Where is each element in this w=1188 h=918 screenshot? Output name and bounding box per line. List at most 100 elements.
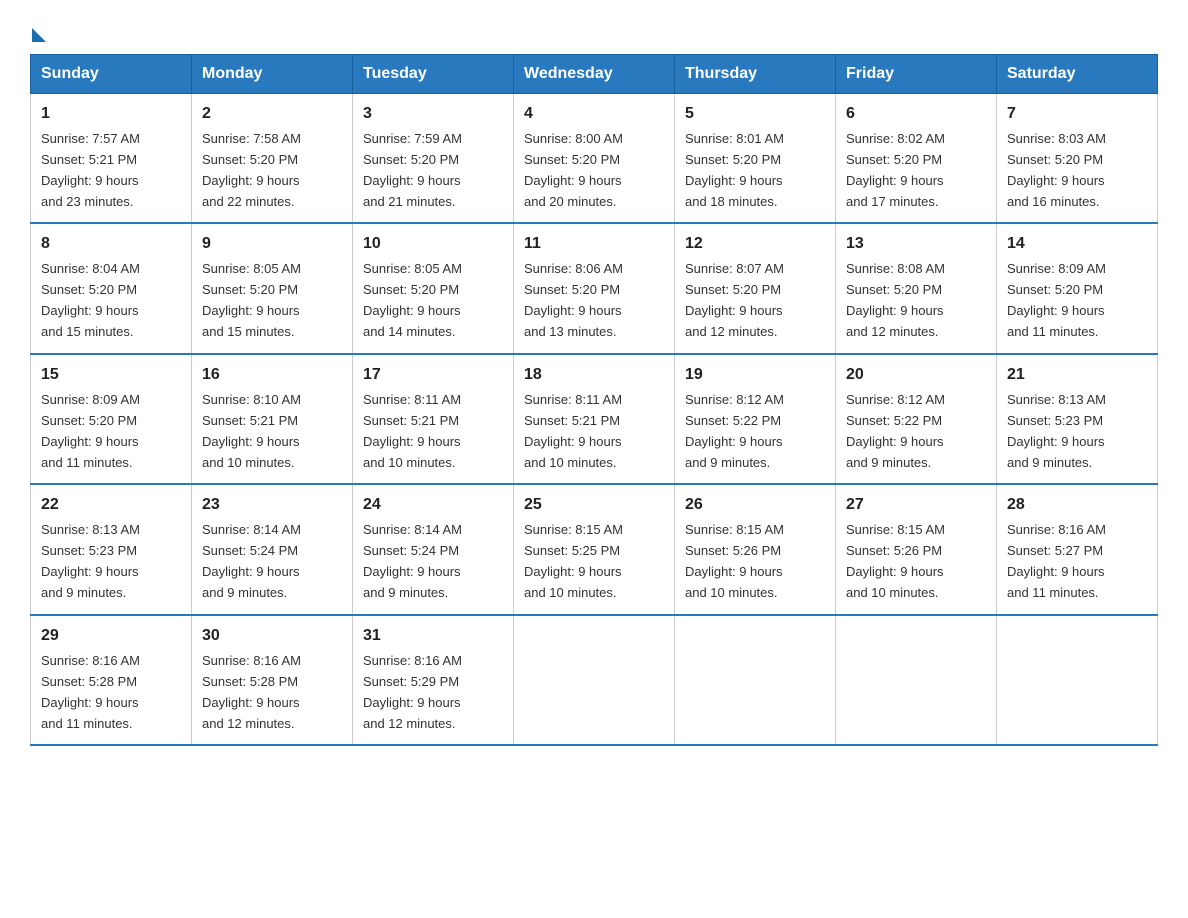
day-number: 14 [1007,232,1147,257]
table-row: 18Sunrise: 8:11 AMSunset: 5:21 PMDayligh… [514,354,675,484]
table-row: 31 Sunrise: 8:16 AMSunset: 5:29 PMDayligh… [353,615,514,745]
table-row: 4 Sunrise: 8:00 AMSunset: 5:20 PMDaylight… [514,94,675,224]
day-info: Sunrise: 8:03 AMSunset: 5:20 PMDaylight:… [1007,131,1106,209]
day-number: 19 [685,363,825,388]
col-thursday: Thursday [675,55,836,94]
day-info: Sunrise: 8:06 AMSunset: 5:20 PMDaylight:… [524,261,623,339]
day-number: 24 [363,493,503,518]
table-row: 25 Sunrise: 8:15 AMSunset: 5:25 PMDayligh… [514,484,675,614]
day-number: 7 [1007,102,1147,127]
table-row: 8 Sunrise: 8:04 AMSunset: 5:20 PMDaylight… [31,223,192,353]
day-number: 20 [846,363,986,388]
col-friday: Friday [836,55,997,94]
table-row: 28 Sunrise: 8:16 AMSunset: 5:27 PMDayligh… [997,484,1158,614]
day-number: 21 [1007,363,1147,388]
table-row: 12Sunrise: 8:07 AMSunset: 5:20 PMDayligh… [675,223,836,353]
calendar-week-row: 22 Sunrise: 8:13 AMSunset: 5:23 PMDayligh… [31,484,1158,614]
day-info: Sunrise: 7:58 AMSunset: 5:20 PMDaylight:… [202,131,301,209]
day-number: 25 [524,493,664,518]
table-row: 22 Sunrise: 8:13 AMSunset: 5:23 PMDayligh… [31,484,192,614]
col-wednesday: Wednesday [514,55,675,94]
table-row: 17 Sunrise: 8:11 AMSunset: 5:21 PMDayligh… [353,354,514,484]
table-row: 3Sunrise: 7:59 AMSunset: 5:20 PMDaylight… [353,94,514,224]
day-info: Sunrise: 8:16 AMSunset: 5:28 PMDaylight:… [202,653,301,731]
day-info: Sunrise: 8:15 AMSunset: 5:26 PMDaylight:… [685,522,784,600]
day-info: Sunrise: 8:12 AMSunset: 5:22 PMDaylight:… [685,392,784,470]
table-row: 5 Sunrise: 8:01 AMSunset: 5:20 PMDaylight… [675,94,836,224]
table-row: 27Sunrise: 8:15 AMSunset: 5:26 PMDayligh… [836,484,997,614]
table-row: 6 Sunrise: 8:02 AMSunset: 5:20 PMDaylight… [836,94,997,224]
day-number: 23 [202,493,342,518]
day-info: Sunrise: 8:14 AMSunset: 5:24 PMDaylight:… [363,522,462,600]
day-info: Sunrise: 8:13 AMSunset: 5:23 PMDaylight:… [41,522,140,600]
table-row: 1Sunrise: 7:57 AMSunset: 5:21 PMDaylight… [31,94,192,224]
table-row: 7 Sunrise: 8:03 AMSunset: 5:20 PMDaylight… [997,94,1158,224]
calendar-week-row: 1Sunrise: 7:57 AMSunset: 5:21 PMDaylight… [31,94,1158,224]
day-info: Sunrise: 8:12 AMSunset: 5:22 PMDaylight:… [846,392,945,470]
day-info: Sunrise: 8:10 AMSunset: 5:21 PMDaylight:… [202,392,301,470]
day-info: Sunrise: 8:14 AMSunset: 5:24 PMDaylight:… [202,522,301,600]
day-number: 8 [41,232,181,257]
day-number: 2 [202,102,342,127]
day-info: Sunrise: 8:16 AMSunset: 5:28 PMDaylight:… [41,653,140,731]
table-row [997,615,1158,745]
day-number: 28 [1007,493,1147,518]
day-number: 22 [41,493,181,518]
table-row: 24 Sunrise: 8:14 AMSunset: 5:24 PMDayligh… [353,484,514,614]
day-number: 30 [202,624,342,649]
day-number: 13 [846,232,986,257]
col-sunday: Sunday [31,55,192,94]
calendar-week-row: 15Sunrise: 8:09 AMSunset: 5:20 PMDayligh… [31,354,1158,484]
table-row: 26 Sunrise: 8:15 AMSunset: 5:26 PMDayligh… [675,484,836,614]
day-number: 26 [685,493,825,518]
day-info: Sunrise: 8:16 AMSunset: 5:29 PMDaylight:… [363,653,462,731]
table-row: 2 Sunrise: 7:58 AMSunset: 5:20 PMDaylight… [192,94,353,224]
day-number: 16 [202,363,342,388]
day-info: Sunrise: 7:59 AMSunset: 5:20 PMDaylight:… [363,131,462,209]
day-number: 5 [685,102,825,127]
day-number: 31 [363,624,503,649]
day-number: 4 [524,102,664,127]
day-info: Sunrise: 8:05 AMSunset: 5:20 PMDaylight:… [363,261,462,339]
table-row: 19 Sunrise: 8:12 AMSunset: 5:22 PMDayligh… [675,354,836,484]
calendar-table: Sunday Monday Tuesday Wednesday Thursday… [30,54,1158,746]
day-number: 10 [363,232,503,257]
table-row: 16 Sunrise: 8:10 AMSunset: 5:21 PMDayligh… [192,354,353,484]
table-row: 30 Sunrise: 8:16 AMSunset: 5:28 PMDayligh… [192,615,353,745]
day-info: Sunrise: 8:11 AMSunset: 5:21 PMDaylight:… [363,392,461,470]
day-info: Sunrise: 8:04 AMSunset: 5:20 PMDaylight:… [41,261,140,339]
page-header [30,24,1158,36]
day-info: Sunrise: 8:02 AMSunset: 5:20 PMDaylight:… [846,131,945,209]
day-info: Sunrise: 8:00 AMSunset: 5:20 PMDaylight:… [524,131,623,209]
logo [30,24,46,36]
day-number: 17 [363,363,503,388]
day-info: Sunrise: 8:09 AMSunset: 5:20 PMDaylight:… [1007,261,1106,339]
day-info: Sunrise: 8:16 AMSunset: 5:27 PMDaylight:… [1007,522,1106,600]
logo-arrow-icon [32,28,46,42]
table-row: 20 Sunrise: 8:12 AMSunset: 5:22 PMDayligh… [836,354,997,484]
day-number: 11 [524,232,664,257]
table-row [514,615,675,745]
table-row: 15Sunrise: 8:09 AMSunset: 5:20 PMDayligh… [31,354,192,484]
table-row: 11 Sunrise: 8:06 AMSunset: 5:20 PMDayligh… [514,223,675,353]
table-row [675,615,836,745]
day-info: Sunrise: 8:13 AMSunset: 5:23 PMDaylight:… [1007,392,1106,470]
day-info: Sunrise: 8:01 AMSunset: 5:20 PMDaylight:… [685,131,784,209]
day-info: Sunrise: 8:15 AMSunset: 5:25 PMDaylight:… [524,522,623,600]
calendar-header-row: Sunday Monday Tuesday Wednesday Thursday… [31,55,1158,94]
day-number: 29 [41,624,181,649]
table-row: 29 Sunrise: 8:16 AMSunset: 5:28 PMDayligh… [31,615,192,745]
table-row: 13Sunrise: 8:08 AMSunset: 5:20 PMDayligh… [836,223,997,353]
day-number: 12 [685,232,825,257]
day-number: 9 [202,232,342,257]
table-row: 9Sunrise: 8:05 AMSunset: 5:20 PMDaylight… [192,223,353,353]
day-info: Sunrise: 8:15 AMSunset: 5:26 PMDaylight:… [846,522,945,600]
day-number: 6 [846,102,986,127]
calendar-week-row: 8 Sunrise: 8:04 AMSunset: 5:20 PMDaylight… [31,223,1158,353]
table-row: 21 Sunrise: 8:13 AMSunset: 5:23 PMDayligh… [997,354,1158,484]
day-number: 18 [524,363,664,388]
day-info: Sunrise: 7:57 AMSunset: 5:21 PMDaylight:… [41,131,140,209]
table-row [836,615,997,745]
col-saturday: Saturday [997,55,1158,94]
col-tuesday: Tuesday [353,55,514,94]
